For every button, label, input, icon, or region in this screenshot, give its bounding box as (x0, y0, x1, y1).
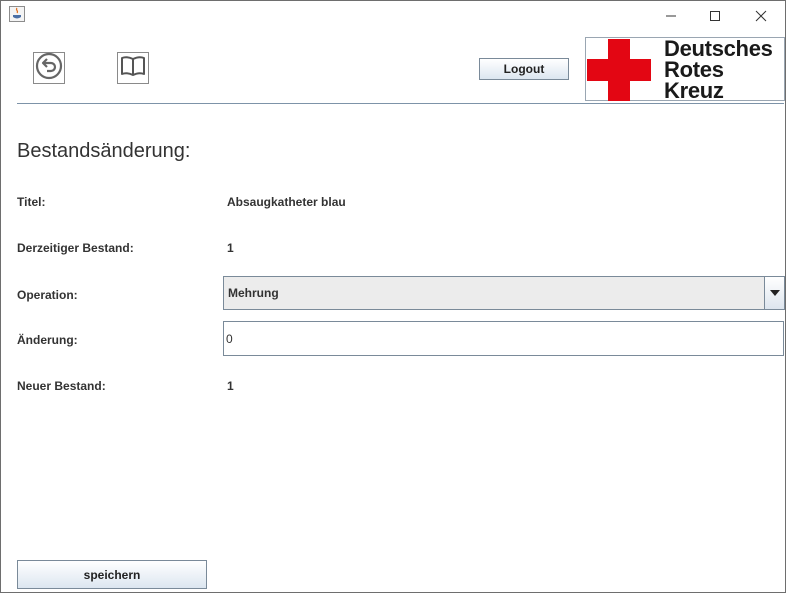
manual-button[interactable] (117, 52, 149, 84)
change-input[interactable] (223, 321, 784, 356)
logout-button[interactable]: Logout (479, 58, 569, 80)
logo-line-2: Rotes (664, 57, 724, 82)
logo-line-3: Kreuz (664, 78, 724, 103)
title-value: Absaugkatheter blau (227, 195, 346, 209)
page-title: Bestandsänderung: (17, 140, 191, 162)
java-app-icon (9, 6, 25, 22)
book-icon (119, 54, 147, 82)
logo-line-1: Deutsches (664, 36, 773, 61)
maximize-icon[interactable] (692, 2, 738, 30)
red-cross-icon (587, 39, 651, 101)
drk-logo: Deutsches Rotes Kreuz (585, 36, 785, 103)
minimize-icon[interactable] (648, 2, 694, 30)
dropdown-arrow-icon[interactable] (764, 277, 784, 309)
new-stock-label: Neuer Bestand: (17, 379, 106, 393)
close-icon[interactable] (738, 2, 784, 30)
back-button[interactable] (33, 52, 65, 84)
new-stock-value: 1 (227, 379, 234, 393)
header-divider (17, 103, 784, 104)
logo-text: Deutsches Rotes Kreuz (664, 36, 773, 103)
operation-selected-value: Mehrung (228, 286, 279, 300)
current-stock-label: Derzeitiger Bestand: (17, 241, 134, 255)
title-label: Titel: (17, 195, 46, 209)
operation-select[interactable]: Mehrung (223, 276, 785, 310)
current-stock-value: 1 (227, 241, 234, 255)
operation-label: Operation: (17, 288, 78, 302)
back-arrow-icon (35, 52, 63, 84)
save-button[interactable]: speichern (17, 560, 207, 589)
change-label: Änderung: (17, 333, 78, 347)
